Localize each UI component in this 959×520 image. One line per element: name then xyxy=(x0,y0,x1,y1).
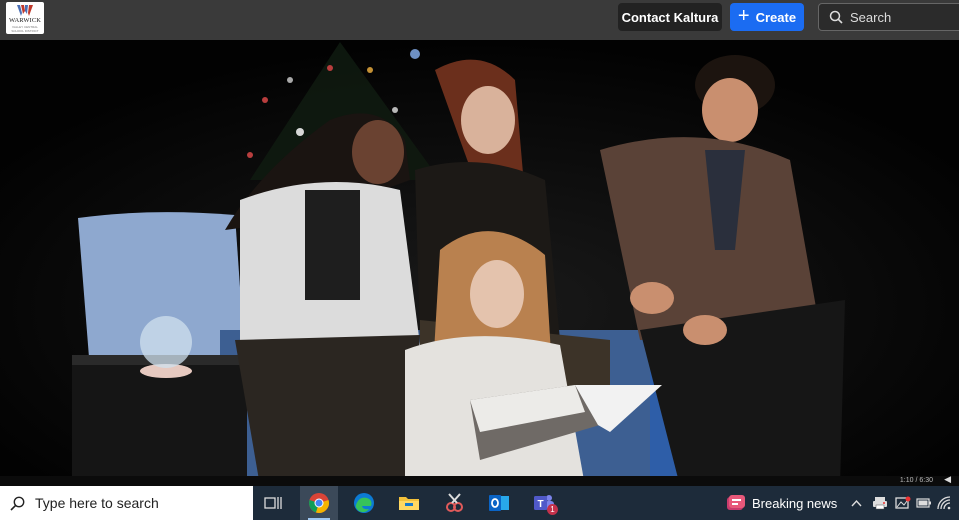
outlook-icon[interactable] xyxy=(480,486,518,520)
task-view-icon[interactable] xyxy=(254,486,292,520)
plus-icon: + xyxy=(737,5,750,27)
edge-icon[interactable] xyxy=(345,486,383,520)
logo-mark-icon xyxy=(17,5,33,16)
logo-text: WARWICK xyxy=(8,17,42,24)
video-player[interactable]: 1:10 / 6:30 ◀ xyxy=(0,40,959,486)
search-icon xyxy=(829,10,843,24)
logo-subtext: VALLEY CENTRAL SCHOOL DISTRICT xyxy=(11,25,39,33)
warwick-logo[interactable]: WARWICK VALLEY CENTRAL SCHOOL DISTRICT xyxy=(6,2,44,34)
file-explorer-icon[interactable] xyxy=(390,486,428,520)
video-timecode: 1:10 / 6:30 xyxy=(899,477,933,484)
contact-kaltura-button[interactable]: Contact Kaltura xyxy=(618,3,722,31)
chrome-icon[interactable] xyxy=(300,486,338,520)
search-placeholder: Search xyxy=(850,9,892,25)
taskbar-search-placeholder: Type here to search xyxy=(35,495,159,511)
video-frame xyxy=(0,40,959,486)
svg-text:T: T xyxy=(537,499,543,510)
news-icon xyxy=(727,495,745,510)
taskbar-search-input[interactable]: Type here to search xyxy=(0,486,253,520)
top-bar: WARWICK VALLEY CENTRAL SCHOOL DISTRICT C… xyxy=(0,0,959,40)
news-label: Breaking news xyxy=(752,495,838,511)
snipping-tool-icon[interactable] xyxy=(435,486,473,520)
search-input[interactable]: Search xyxy=(818,3,959,31)
news-widget[interactable]: Breaking news xyxy=(726,486,837,520)
create-label: Create xyxy=(755,9,797,25)
image-notification-icon[interactable] xyxy=(893,486,913,520)
show-hidden-icons-icon[interactable] xyxy=(848,486,864,520)
create-button[interactable]: + Create xyxy=(730,3,804,31)
teams-notification-badge: 1 xyxy=(547,504,558,515)
volume-icon[interactable]: ◀ xyxy=(944,474,951,485)
printer-icon[interactable] xyxy=(870,486,890,520)
search-icon xyxy=(10,496,25,511)
windows-taskbar: Type here to search T 1 Breaking news xyxy=(0,486,959,520)
teams-icon[interactable]: T 1 xyxy=(525,486,563,520)
wifi-icon[interactable] xyxy=(935,486,953,520)
battery-icon[interactable] xyxy=(915,486,933,520)
